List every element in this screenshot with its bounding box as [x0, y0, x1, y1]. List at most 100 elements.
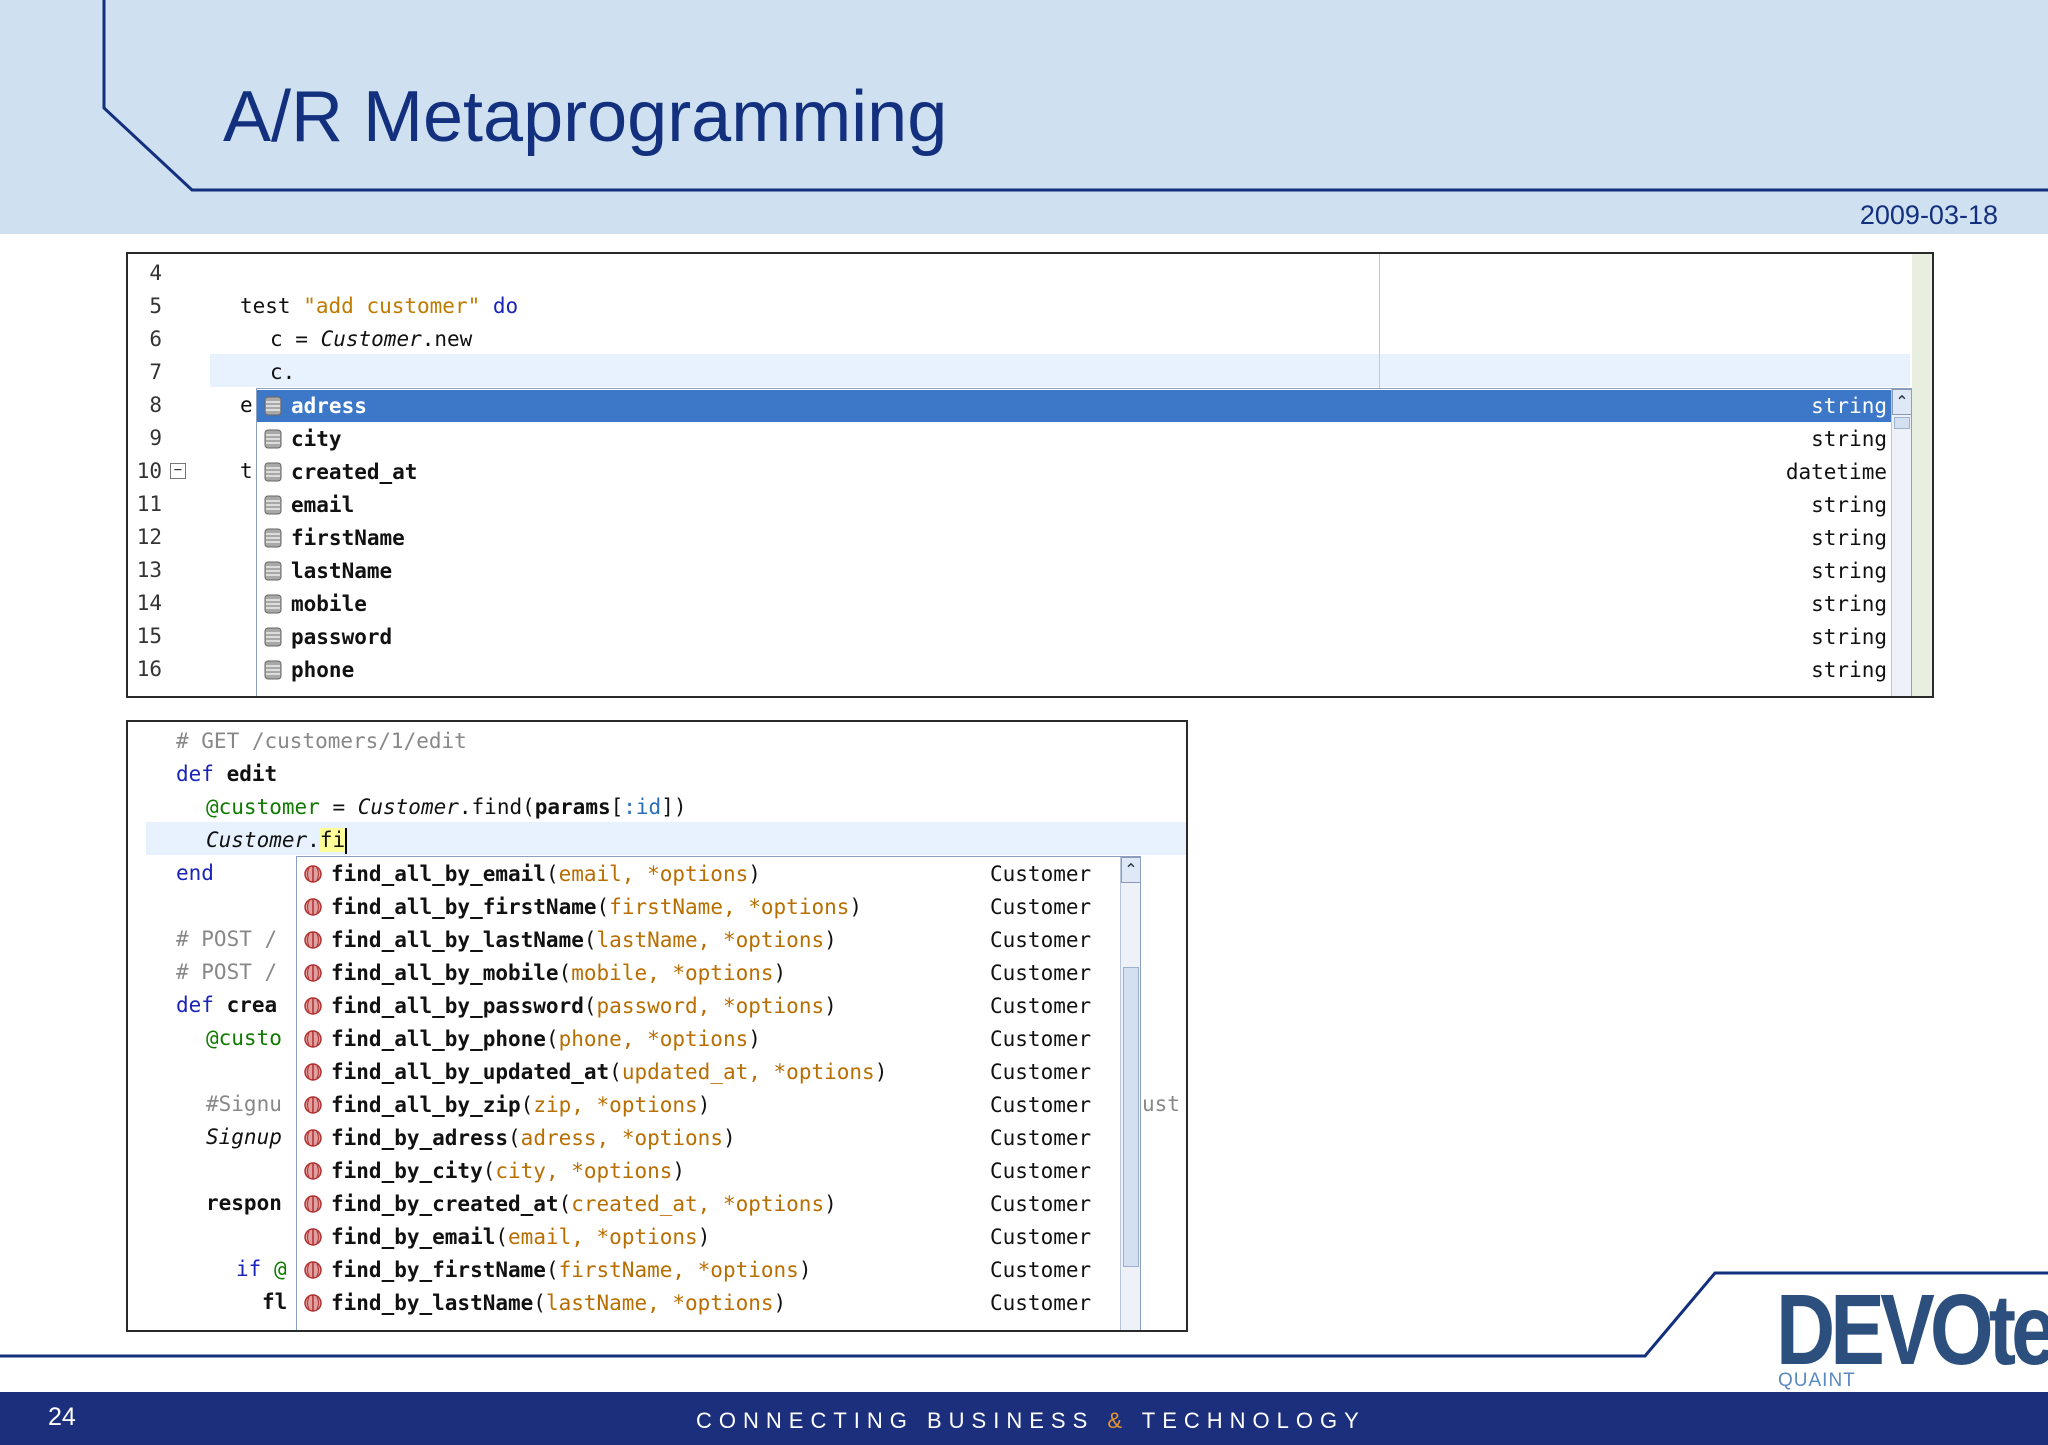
logo-subtitle: QUAINT: [1778, 1370, 1856, 1391]
autocomplete-item[interactable]: find_by_adress(adress, *options) Customer: [297, 1122, 1120, 1154]
fold-minus-icon[interactable]: −: [170, 463, 186, 479]
autocomplete-item[interactable]: find_by_created_at(created_at, *options)…: [297, 1188, 1120, 1220]
paren-open: (: [520, 1093, 534, 1117]
autocomplete-item[interactable]: find_all_by_password(password, *options)…: [297, 990, 1120, 1022]
autocomplete-item-params: mobile, *options: [571, 961, 774, 985]
logo-wordmark: DEVOteam: [1776, 1274, 2048, 1386]
paren-close: ): [672, 1159, 686, 1183]
autocomplete-item-params: lastName, *options: [545, 1291, 774, 1315]
line-number: 9: [149, 426, 162, 450]
autocomplete-item-name: find_all_by_lastName: [331, 928, 584, 952]
popup-scroll-thumb[interactable]: [1123, 967, 1139, 1267]
autocomplete-item[interactable]: city string: [257, 423, 1891, 455]
paren-open: (: [558, 1192, 572, 1216]
autocomplete-item[interactable]: find_all_by_zip(zip, *options) Customer: [297, 1089, 1120, 1121]
code-typing-line[interactable]: Customer.fi: [206, 828, 348, 854]
autocomplete-item-name: find_by_firstName: [331, 1258, 546, 1282]
paren-open: (: [583, 994, 597, 1018]
paren-open: (: [533, 1291, 546, 1315]
database-field-icon: [264, 660, 282, 680]
slide: A/R Metaprogramming 2009-03-18 4 5 6 7 8…: [0, 0, 2048, 1445]
autocomplete-item-params: password, *options: [596, 994, 825, 1018]
autocomplete-item[interactable]: find_by_lastName(lastName, *options) Cust…: [297, 1287, 1120, 1319]
symbol-id: :id: [623, 795, 662, 819]
line-number: 4: [149, 261, 162, 285]
paren-close: ): [697, 1225, 711, 1249]
popup-scrollbar[interactable]: ⌃: [1120, 857, 1140, 1330]
paren-close: ): [748, 1027, 761, 1051]
ruby-method-icon: [304, 1228, 322, 1246]
autocomplete-item-type: string: [1811, 493, 1887, 517]
paren-close: ): [849, 895, 863, 919]
autocomplete-item[interactable]: find_by_city(city, *options) Customer: [297, 1155, 1120, 1187]
autocomplete-item[interactable]: created_at datetime: [257, 456, 1891, 488]
code-line-7[interactable]: c.: [270, 360, 295, 384]
autocomplete-item[interactable]: find_all_by_firstName(firstName, *option…: [297, 891, 1120, 923]
autocomplete-item[interactable]: find_by_firstName(firstName, *options) Cu…: [297, 1254, 1120, 1286]
autocomplete-item-type: Customer: [990, 862, 1092, 886]
typed-prefix: fi: [319, 828, 346, 852]
ruby-method-icon: [304, 1096, 322, 1114]
autocomplete-item[interactable]: mobile string: [257, 588, 1891, 620]
autocomplete-item-type: string: [1811, 592, 1887, 616]
keyword-def: def: [176, 993, 214, 1017]
autocomplete-item[interactable]: find_all_by_mobile(mobile, *options) Cust…: [297, 957, 1120, 989]
params-identifier: params: [534, 795, 611, 819]
autocomplete-item[interactable]: find_all_by_updated_at(updated_at, *opti…: [297, 1056, 1120, 1088]
autocomplete-item-name: mobile: [291, 592, 367, 616]
flash-fragment: fl: [262, 1290, 288, 1314]
autocomplete-item-type: Customer: [990, 1291, 1092, 1315]
paren-close: ): [722, 1126, 736, 1150]
paren-close: ): [874, 1060, 888, 1084]
autocomplete-item-type: Customer: [990, 1159, 1092, 1183]
autocomplete-item[interactable]: find_all_by_phone(phone, *options) Custom…: [297, 1023, 1120, 1055]
line-number: 5: [149, 294, 162, 318]
code-line-5: test "add customer" do: [240, 294, 518, 318]
line-number: 16: [136, 657, 162, 681]
ruby-method-icon: [304, 1129, 322, 1147]
autocomplete-item[interactable]: adress string: [257, 390, 1891, 422]
autocomplete-item-name: find_all_by_mobile: [331, 961, 559, 985]
autocomplete-item[interactable]: find_all_by_email(email, *options) Custom…: [297, 858, 1120, 890]
bracket-close: ]): [661, 795, 687, 819]
autocomplete-item[interactable]: lastName string: [257, 555, 1891, 587]
popup-scroll-thumb[interactable]: [1894, 417, 1910, 429]
autocomplete-popup-attributes[interactable]: adress string city string created_at datetime…: [256, 388, 1912, 696]
editor-scrollbar[interactable]: [1912, 254, 1932, 696]
autocomplete-item[interactable]: firstName string: [257, 522, 1891, 554]
paren-close: ): [798, 1258, 812, 1282]
autocomplete-item-name: find_all_by_updated_at: [331, 1060, 610, 1084]
line-number: 8: [149, 393, 162, 417]
respond-fragment: respon: [206, 1191, 282, 1215]
autocomplete-item-params: firstName, *options: [558, 1258, 799, 1282]
line-number: 7: [149, 360, 162, 384]
paren-close: ): [773, 1291, 787, 1315]
ruby-method-icon: [304, 1162, 322, 1180]
scroll-up-arrow-icon[interactable]: ⌃: [1121, 857, 1140, 883]
ruby-method-icon: [304, 1294, 322, 1312]
class-name: Customer: [320, 327, 422, 351]
code-editor-test[interactable]: 4 5 6 7 8 9 10 11 12 13 14 15 16 − test …: [126, 252, 1934, 698]
scroll-up-arrow-icon[interactable]: ⌃: [1892, 389, 1911, 415]
autocomplete-item-type: string: [1811, 559, 1887, 583]
database-field-icon: [264, 594, 282, 614]
autocomplete-popup-finders[interactable]: find_all_by_email(email, *options) Custom…: [296, 856, 1141, 1330]
code-if-line: if @: [236, 1257, 287, 1281]
autocomplete-item[interactable]: email string: [257, 489, 1891, 521]
autocomplete-item-type: string: [1811, 658, 1887, 682]
autocomplete-item[interactable]: phone string: [257, 654, 1891, 686]
popup-scrollbar[interactable]: ⌃: [1891, 389, 1911, 696]
database-field-icon: [264, 528, 282, 548]
autocomplete-item-name: created_at: [291, 460, 418, 484]
autocomplete-item-type: Customer: [990, 1126, 1092, 1150]
autocomplete-item-params: city, *options: [495, 1159, 673, 1183]
autocomplete-item-name: find_by_email: [331, 1225, 496, 1249]
keyword-do: do: [492, 294, 519, 318]
autocomplete-item[interactable]: find_all_by_lastName(lastName, *options)…: [297, 924, 1120, 956]
paren-open: (: [583, 928, 597, 952]
autocomplete-item[interactable]: password string: [257, 621, 1891, 653]
autocomplete-item[interactable]: find_by_email(email, *options) Customer: [297, 1221, 1120, 1253]
code-editor-controller[interactable]: # GET /customers/1/edit def edit @custom…: [126, 720, 1188, 1332]
class-signup-fragment: Signup: [206, 1125, 282, 1149]
tagline-ampersand: &: [1107, 1408, 1130, 1433]
